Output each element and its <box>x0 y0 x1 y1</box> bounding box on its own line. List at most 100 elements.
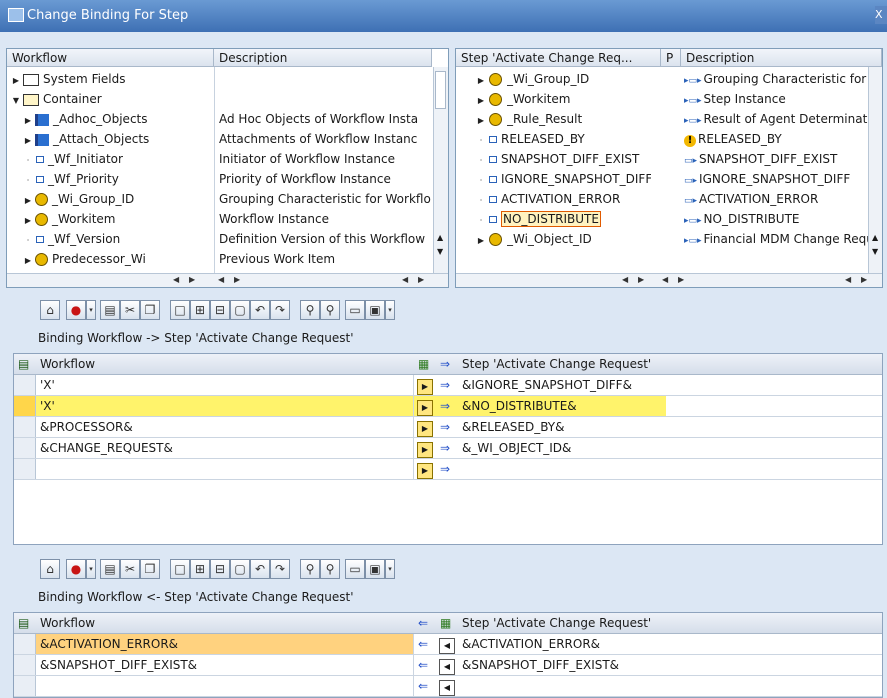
tree-node[interactable]: ▶ _Workitem Workflow Instance <box>7 209 433 229</box>
row-selector[interactable] <box>14 676 36 696</box>
tree-node[interactable]: ▶ _Wi_Group_ID ▸▭▸ Grouping Characteristic … <box>456 69 868 89</box>
export-dropdown-icon[interactable]: ▾ <box>385 300 395 320</box>
scroll-up-icon[interactable]: ▲ <box>872 233 878 242</box>
table-row[interactable]: &CHANGE_REQUEST& ▶ ⇒ &_WI_OBJECT_ID& <box>14 438 882 459</box>
find-next-button[interactable]: ⚲ <box>320 559 340 579</box>
expand-all-button[interactable]: ▭ <box>345 559 365 579</box>
row-selector[interactable] <box>14 438 36 458</box>
scroll-right-icon[interactable]: ▶ <box>234 275 240 284</box>
column-header-step[interactable]: Step 'Activate Change Request' <box>458 354 858 374</box>
tree-node[interactable]: ▶ _Rule_Result ▸▭▸ Result of Agent Determin… <box>456 109 868 129</box>
copy-row-button[interactable]: ▢ <box>230 300 250 320</box>
expand-icon[interactable]: ▶ <box>456 229 486 249</box>
column-header-workflow[interactable]: Workflow <box>7 49 214 67</box>
step-expression-cell[interactable]: &_WI_OBJECT_ID& <box>458 438 858 458</box>
step-expression-cell[interactable]: &IGNORE_SNAPSHOT_DIFF& <box>458 375 858 395</box>
tree-node[interactable]: ▶ _Wi_Object_ID ▸▭▸ Financial MDM Change Re… <box>456 229 868 249</box>
workflow-expression-cell[interactable]: &CHANGE_REQUEST& <box>36 438 414 458</box>
scroll-left-icon[interactable]: ◀ <box>662 275 668 284</box>
tree-node[interactable]: ▶ System Fields <box>7 69 433 89</box>
tree-node[interactable]: ▶ Predecessor_Wi Previous Work Item <box>7 249 433 269</box>
undo-button[interactable]: ↶ <box>250 559 270 579</box>
tree-node[interactable]: · _Wf_Version Definition Version of this W… <box>7 229 433 249</box>
expand-icon[interactable]: ▶ <box>7 109 33 129</box>
cut-button[interactable]: ✂ <box>120 300 140 320</box>
assign-button[interactable]: ▶ <box>414 396 436 416</box>
collapse-icon[interactable]: ▼ <box>7 89 21 109</box>
table-row[interactable]: &PROCESSOR& ▶ ⇒ &RELEASED_BY& <box>14 417 882 438</box>
step-expression-cell[interactable]: &SNAPSHOT_DIFF_EXIST& <box>458 655 858 675</box>
tree-node[interactable]: · NO_DISTRIBUTE ▸▭▸ NO_DISTRIBUTE <box>456 209 868 229</box>
expand-all-button[interactable]: ▭ <box>345 300 365 320</box>
scroll-right-icon[interactable]: ▶ <box>418 275 424 284</box>
step-expression-cell[interactable]: &NO_DISTRIBUTE& <box>458 396 858 416</box>
export-button[interactable]: ▣ <box>365 300 385 320</box>
column-header-description[interactable]: Description <box>214 49 432 67</box>
scroll-down-icon[interactable]: ▼ <box>437 247 443 256</box>
tree-node[interactable]: · _Wf_Initiator Initiator of Workflow Inst… <box>7 149 433 169</box>
workflow-expression-cell[interactable]: 'X' <box>36 396 414 416</box>
tree-node[interactable]: ▶ _Attach_Objects Attachments of Workflow … <box>7 129 433 149</box>
close-button[interactable]: X <box>875 6 887 24</box>
assign-button[interactable]: ▶ <box>414 375 436 395</box>
workflow-expression-cell[interactable]: &PROCESSOR& <box>36 417 414 437</box>
table-row[interactable]: &ACTIVATION_ERROR& ⇐ ◀ &ACTIVATION_ERROR& <box>14 634 882 655</box>
scroll-right-icon[interactable]: ▶ <box>189 275 195 284</box>
new-row-button[interactable]: □ <box>170 300 190 320</box>
step-expression-cell[interactable]: &RELEASED_BY& <box>458 417 858 437</box>
row-selector[interactable] <box>14 655 36 675</box>
row-selector[interactable] <box>14 396 36 416</box>
workflow-expression-cell[interactable]: 'X' <box>36 375 414 395</box>
left-tree-hscrollbar[interactable]: ◀ ▶ ◀ ▶ ◀ ▶ <box>7 273 448 287</box>
tree-node[interactable]: · ACTIVATION_ERROR ▭▸ ACTIVATION_ERROR <box>456 189 868 209</box>
scroll-left-icon[interactable]: ◀ <box>845 275 851 284</box>
table-settings-icon[interactable]: ▤ <box>14 613 36 633</box>
left-tree-vscrollbar[interactable]: ▲ ▼ <box>433 67 448 273</box>
row-selector[interactable] <box>14 375 36 395</box>
column-header-step[interactable]: Step 'Activate Change Req... <box>456 49 661 67</box>
expand-icon[interactable]: ▶ <box>7 189 33 209</box>
scroll-left-icon[interactable]: ◀ <box>218 275 224 284</box>
table-row[interactable]: &SNAPSHOT_DIFF_EXIST& ⇐ ◀ &SNAPSHOT_DIFF_EX… <box>14 655 882 676</box>
find-button[interactable]: ⚲ <box>300 300 320 320</box>
workflow-expression-cell[interactable] <box>36 459 414 479</box>
table-row[interactable]: 'X' ▶ ⇒ &IGNORE_SNAPSHOT_DIFF& <box>14 375 882 396</box>
delete-row-button[interactable]: ⊟ <box>210 300 230 320</box>
check-button[interactable]: ● <box>66 300 86 320</box>
scroll-right-icon[interactable]: ▶ <box>638 275 644 284</box>
tree-node[interactable]: ▶ _Workitem ▸▭▸ Step Instance <box>456 89 868 109</box>
copy-button[interactable]: ❐ <box>140 300 160 320</box>
row-selector[interactable] <box>14 459 36 479</box>
step-expression-cell[interactable]: &ACTIVATION_ERROR& <box>458 634 858 654</box>
scroll-thumb[interactable] <box>435 71 446 109</box>
scroll-right-icon[interactable]: ▶ <box>678 275 684 284</box>
expand-icon[interactable]: ▶ <box>7 69 21 89</box>
assign-button[interactable]: ▶ <box>414 417 436 437</box>
redo-button[interactable]: ↷ <box>270 559 290 579</box>
table-row[interactable]: ▶ ⇒ <box>14 459 882 480</box>
scroll-left-icon[interactable]: ◀ <box>173 275 179 284</box>
tree-node[interactable]: · IGNORE_SNAPSHOT_DIFF ▭▸ IGNORE_SNAPSHOT_D… <box>456 169 868 189</box>
check-button[interactable]: ● <box>66 559 86 579</box>
delete-row-button[interactable]: ⊟ <box>210 559 230 579</box>
paste-button[interactable]: ▤ <box>100 559 120 579</box>
workflow-expression-cell[interactable] <box>36 676 414 696</box>
expand-icon[interactable]: ▶ <box>456 109 486 129</box>
column-header-workflow[interactable]: Workflow <box>36 613 414 633</box>
copy-button[interactable]: ❐ <box>140 559 160 579</box>
new-row-button[interactable]: □ <box>170 559 190 579</box>
column-header-p[interactable]: P <box>661 49 681 67</box>
assign-button[interactable]: ◀ <box>436 634 458 654</box>
expand-icon[interactable]: ▶ <box>7 129 33 149</box>
find-next-button[interactable]: ⚲ <box>320 300 340 320</box>
expand-icon[interactable]: ▶ <box>7 249 33 269</box>
workflow-expression-cell[interactable]: &ACTIVATION_ERROR& <box>36 634 414 654</box>
tree-node[interactable]: ▶ _Adhoc_Objects Ad Hoc Objects of Workflo… <box>7 109 433 129</box>
tree-node[interactable]: · _Wf_Priority Priority of Workflow Instan… <box>7 169 433 189</box>
undo-button[interactable]: ↶ <box>250 300 270 320</box>
find-button[interactable]: ⚲ <box>300 559 320 579</box>
tree-node[interactable]: ▼ Container <box>7 89 433 109</box>
copy-row-button[interactable]: ▢ <box>230 559 250 579</box>
assign-button[interactable]: ◀ <box>436 676 458 696</box>
export-button[interactable]: ▣ <box>365 559 385 579</box>
